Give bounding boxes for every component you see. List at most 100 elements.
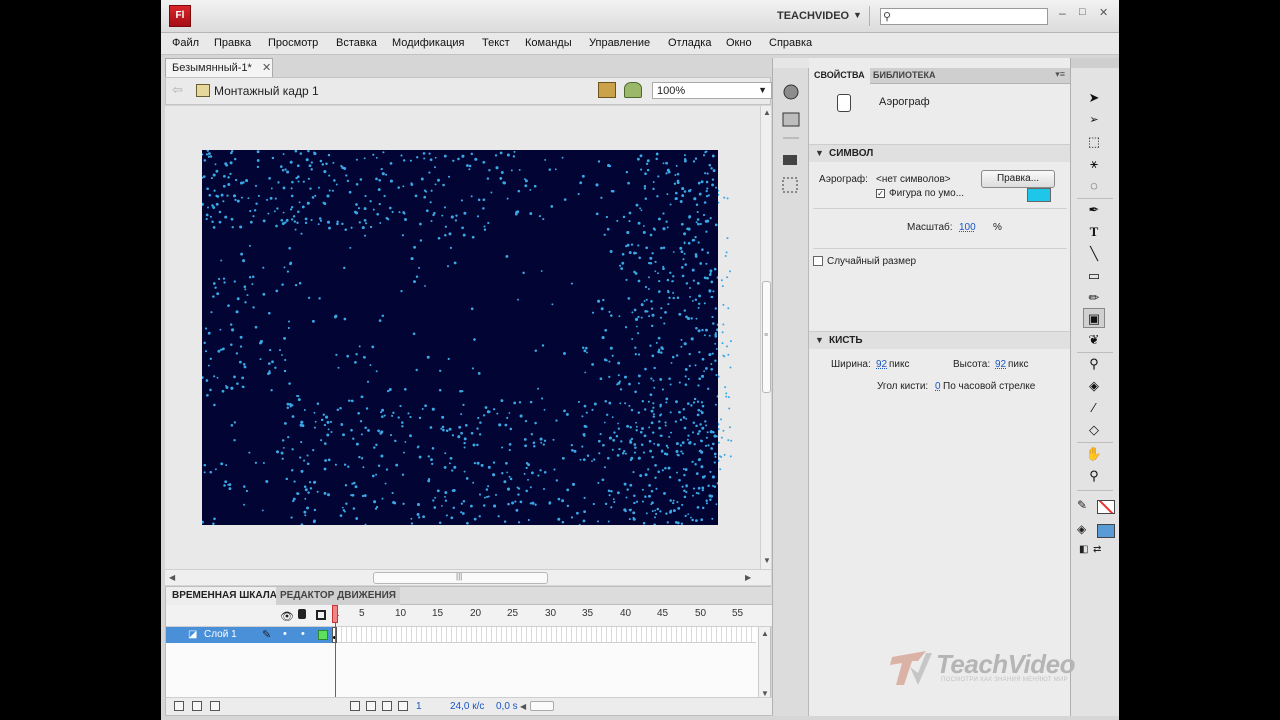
zoom-select[interactable]: 100% ▼ bbox=[652, 82, 772, 99]
menu-modify[interactable]: Модификация bbox=[392, 37, 465, 49]
stroke-color-swatch[interactable] bbox=[1097, 500, 1115, 514]
onion-outline-icon[interactable] bbox=[382, 701, 392, 711]
line-tool-icon[interactable]: ╲ bbox=[1083, 244, 1105, 264]
document-tab[interactable]: Безымянный-1* ✕ bbox=[165, 58, 273, 77]
pen-tool-icon[interactable]: ✒ bbox=[1083, 200, 1105, 220]
hand-tool-icon[interactable]: ✋ bbox=[1083, 444, 1105, 464]
help-search-input[interactable]: ⚲ bbox=[880, 8, 1048, 25]
swap-colors-icon[interactable]: ⇄ bbox=[1093, 544, 1101, 555]
tab-timeline[interactable]: ВРЕМЕННАЯ ШКАЛА bbox=[166, 587, 284, 605]
spray-particle bbox=[655, 487, 658, 490]
zoom-tool-icon[interactable]: ⚲ bbox=[1083, 466, 1105, 486]
subselection-tool-icon[interactable]: ➢ bbox=[1083, 110, 1105, 130]
stage[interactable] bbox=[202, 150, 718, 525]
new-folder-icon[interactable] bbox=[192, 701, 202, 711]
menu-edit[interactable]: Правка bbox=[214, 37, 251, 49]
spray-particle bbox=[281, 354, 283, 356]
edit-multiple-frames-icon[interactable] bbox=[398, 701, 408, 711]
symbol-section-header[interactable]: ▼ СИМВОЛ bbox=[809, 144, 1071, 162]
pencil-tool-icon[interactable]: ✏ bbox=[1083, 288, 1105, 308]
height-value[interactable]: 92 bbox=[995, 359, 1006, 370]
lock-icon[interactable] bbox=[298, 609, 306, 619]
timeline-scrollbar[interactable]: ▲ ▼ bbox=[758, 627, 770, 701]
scroll-thumb[interactable]: ||| bbox=[373, 572, 548, 584]
default-colors-icon[interactable]: ◧ bbox=[1079, 544, 1088, 555]
text-tool-icon[interactable]: T bbox=[1083, 222, 1105, 242]
edit-symbols-icon[interactable] bbox=[624, 82, 642, 98]
fill-color-swatch[interactable] bbox=[1097, 524, 1115, 538]
scene-breadcrumb[interactable]: Монтажный кадр 1 bbox=[214, 84, 319, 98]
workspace-switcher[interactable]: TEACHVIDEO bbox=[777, 10, 849, 22]
menu-help[interactable]: Справка bbox=[769, 37, 812, 49]
3d-rotation-tool-icon[interactable]: ⚹ bbox=[1083, 154, 1105, 174]
vertical-scrollbar[interactable]: ▲ ≡ ▼ bbox=[760, 106, 771, 569]
scroll-up-icon[interactable]: ▲ bbox=[763, 108, 771, 117]
lasso-tool-icon[interactable]: ◌ bbox=[1083, 176, 1105, 196]
new-layer-icon[interactable] bbox=[174, 701, 184, 711]
frames-row[interactable] bbox=[332, 627, 756, 643]
random-size-checkbox[interactable] bbox=[813, 256, 823, 266]
menu-text[interactable]: Текст bbox=[482, 37, 510, 49]
brush-angle-value[interactable]: 0 bbox=[935, 381, 941, 392]
onion-skin-icon[interactable] bbox=[366, 701, 376, 711]
scroll-left-icon[interactable]: ◀ bbox=[169, 573, 175, 582]
paint-bucket-tool-icon[interactable]: ◈ bbox=[1083, 376, 1105, 396]
rectangle-tool-icon[interactable]: ▭ bbox=[1083, 266, 1105, 286]
menu-debug[interactable]: Отладка bbox=[668, 37, 711, 49]
scroll-up-icon[interactable]: ▲ bbox=[761, 629, 769, 638]
close-button[interactable]: ✕ bbox=[1099, 6, 1108, 19]
eyedropper-tool-icon[interactable]: ⁄ bbox=[1083, 398, 1105, 418]
scroll-left-icon[interactable]: ◀ bbox=[520, 702, 526, 711]
frame-ruler[interactable]: 1 5 10 15 20 25 30 35 40 45 50 55 bbox=[332, 605, 756, 627]
spray-particle bbox=[713, 461, 716, 464]
panel-menu-icon[interactable]: ▾≡ bbox=[1055, 69, 1065, 80]
scroll-down-icon[interactable]: ▼ bbox=[763, 556, 771, 565]
current-frame[interactable]: 1 bbox=[416, 701, 422, 712]
free-transform-tool-icon[interactable]: ⬚ bbox=[1083, 132, 1105, 152]
tab-library[interactable]: БИБЛИОТЕКА bbox=[873, 70, 935, 80]
lock-dot[interactable]: • bbox=[301, 628, 305, 640]
visibility-dot[interactable]: • bbox=[283, 628, 287, 640]
menu-commands[interactable]: Команды bbox=[525, 37, 572, 49]
menu-window[interactable]: Окно bbox=[726, 37, 752, 49]
eraser-tool-icon[interactable]: ◇ bbox=[1083, 420, 1105, 440]
scale-value[interactable]: 100 bbox=[959, 222, 976, 233]
menu-insert[interactable]: Вставка bbox=[336, 37, 377, 49]
frame-rate[interactable]: 24,0 к/с bbox=[450, 701, 484, 712]
menu-control[interactable]: Управление bbox=[589, 37, 650, 49]
eye-icon[interactable]: 👁 bbox=[280, 610, 294, 623]
playhead[interactable] bbox=[332, 605, 338, 623]
selection-tool-icon[interactable]: ➤ bbox=[1083, 88, 1105, 108]
tab-properties[interactable]: СВОЙСТВА bbox=[809, 68, 870, 84]
edit-scene-icon[interactable] bbox=[598, 82, 616, 98]
trash-icon[interactable] bbox=[210, 701, 220, 711]
default-shape-checkbox[interactable]: ✓ bbox=[876, 189, 885, 198]
deco-tool-icon[interactable]: ❦ bbox=[1083, 330, 1105, 350]
menu-file[interactable]: Файл bbox=[172, 37, 199, 49]
close-icon[interactable]: ✕ bbox=[262, 61, 271, 74]
tab-motion-editor[interactable]: РЕДАКТОР ДВИЖЕНИЯ bbox=[276, 587, 400, 605]
scroll-thumb[interactable]: ≡ bbox=[762, 281, 771, 393]
spray-brush-tool-icon[interactable]: ▣ bbox=[1083, 308, 1105, 328]
center-frame-icon[interactable] bbox=[350, 701, 360, 711]
horizontal-scrollbar[interactable]: ◀ ||| ▶ bbox=[165, 569, 771, 585]
spray-particle bbox=[220, 462, 224, 466]
menu-view[interactable]: Просмотр bbox=[268, 37, 318, 49]
back-arrow-icon[interactable]: ⇦ bbox=[172, 82, 183, 98]
maximize-button[interactable]: □ bbox=[1079, 6, 1086, 18]
brush-section-header[interactable]: ▼ КИСТЬ bbox=[809, 331, 1071, 349]
spray-particle bbox=[644, 495, 647, 498]
spray-color-swatch[interactable] bbox=[1027, 188, 1051, 202]
chevron-down-icon[interactable]: ▼ bbox=[853, 10, 862, 20]
bone-tool-icon[interactable]: ⚲ bbox=[1083, 354, 1105, 374]
outline-icon[interactable] bbox=[316, 610, 326, 620]
edit-symbol-button[interactable]: Правка... bbox=[981, 170, 1055, 188]
layer-name[interactable]: Слой 1 bbox=[204, 629, 237, 640]
scroll-thumb[interactable] bbox=[530, 701, 554, 711]
layer-row[interactable]: ◪ Слой 1 ✎ • • bbox=[166, 627, 336, 643]
width-value[interactable]: 92 bbox=[876, 359, 887, 370]
minimize-button[interactable]: – bbox=[1059, 6, 1066, 20]
layer-outline-color[interactable] bbox=[318, 630, 328, 640]
spray-particle bbox=[434, 156, 437, 159]
scroll-right-icon[interactable]: ▶ bbox=[745, 573, 751, 582]
